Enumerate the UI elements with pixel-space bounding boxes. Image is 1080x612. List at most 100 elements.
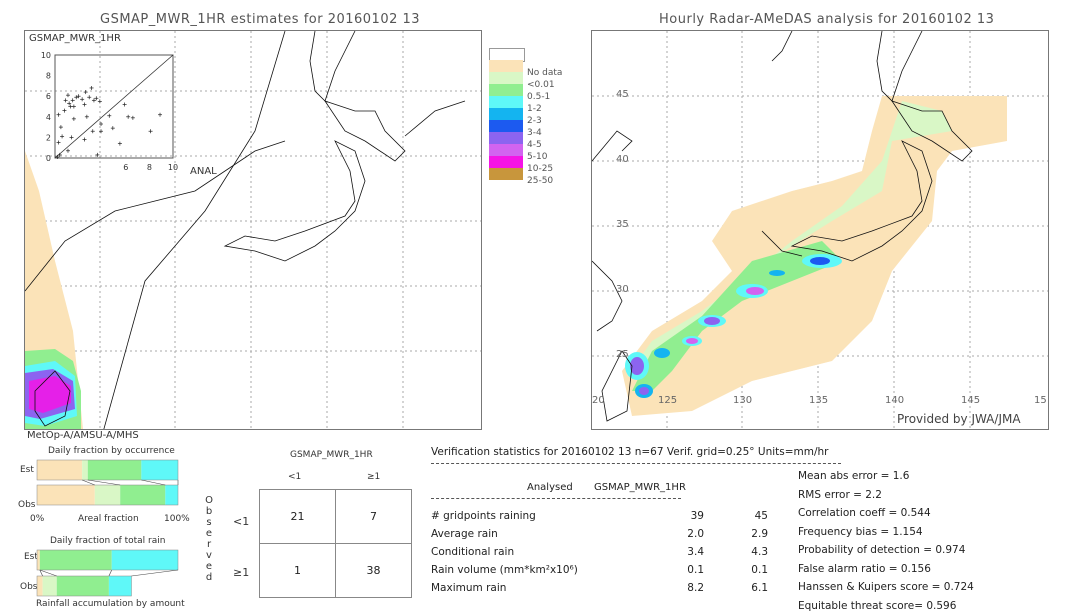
axis-0pct: 0%: [30, 514, 45, 524]
scatter-point: [65, 93, 70, 98]
scatter-point: [99, 122, 104, 127]
scatter-point: [70, 98, 75, 103]
lat-tick-35: 35: [616, 219, 629, 230]
legend-label: 2-3: [527, 116, 542, 126]
lat-tick-45: 45: [616, 89, 629, 100]
side-letter: r: [206, 539, 212, 550]
stat-est: 2.9: [751, 528, 768, 540]
inset-x-tick: 6: [123, 163, 128, 172]
est-bar-segment: [82, 460, 88, 480]
stat-label: Rain volume (mm*km²x10⁶): [431, 564, 578, 576]
side-letter: d: [205, 572, 213, 583]
est-bar-segment: [141, 460, 178, 480]
est-bar-segment: [111, 550, 178, 570]
stat-label: Average rain: [431, 528, 498, 540]
side-letter: b: [205, 506, 213, 517]
scatter-point: [58, 125, 63, 130]
legend-label: <0.01: [527, 80, 555, 90]
right-map-canvas: [592, 31, 1048, 429]
scatter-point: [62, 108, 67, 113]
stat-label: # gridpoints raining: [431, 510, 536, 522]
legend-label: 25-50: [527, 176, 554, 186]
stat-analysed: 2.0: [687, 528, 704, 540]
accum-title: Rainfall accumulation by amount: [36, 599, 185, 609]
stat-label: Conditional rain: [431, 546, 515, 558]
contingency-header: GSMAP_MWR_1HR: [290, 450, 373, 460]
scatter-point: [74, 95, 79, 100]
legend-label: 4-5: [527, 140, 542, 150]
inset-y-tick: 10: [41, 51, 51, 60]
score-line: Frequency bias = 1.154: [798, 525, 923, 538]
stat-analysed: 3.4: [687, 546, 704, 558]
obs-bar-segment: [37, 485, 95, 505]
inset-x-label: ANAL: [190, 166, 217, 177]
inset-y-tick: 4: [46, 113, 51, 122]
col-label-ge1: ≥1: [367, 472, 381, 482]
scatter-point: [90, 129, 95, 134]
inset-x-tick: 8: [147, 163, 152, 172]
obs-bar-segment: [94, 485, 121, 505]
obs-bar-segment: [108, 576, 132, 596]
connector-line: [141, 479, 166, 486]
left-map: GSMAP_MWR_1HR 0 2 4 6 6 8 8 10 10 ANAL: [24, 30, 482, 430]
data-credit: Provided by JWA/JMA: [897, 412, 1021, 426]
contingency-table: 21 7 1 38: [259, 489, 412, 598]
lat-tick-30: 30: [616, 284, 629, 295]
divider-1: [431, 463, 841, 464]
legend-swatch: [489, 168, 523, 181]
legend-label: 1-2: [527, 104, 542, 114]
side-letter: e: [205, 528, 213, 539]
axis-100pct: 100%: [164, 514, 190, 524]
inset-y-tick: 2: [46, 133, 51, 142]
connector-line: [131, 569, 179, 577]
scatter-point: [60, 134, 65, 139]
scatter-point: [94, 96, 99, 101]
est-bar-segment: [87, 460, 142, 480]
side-letter: s: [206, 517, 212, 528]
score-line: Correlation coeff = 0.544: [798, 507, 931, 519]
row-label-ge1: ≥1: [233, 566, 250, 579]
lon-tick-140: 140: [885, 395, 905, 406]
right-map: 45 40 35 30 25 20 125 130 135 140 145 15…: [591, 30, 1049, 430]
scatter-point: [126, 114, 131, 119]
scatter-point: [148, 129, 153, 134]
inset-x-tick: 10: [168, 163, 178, 172]
scatter-point: [89, 85, 94, 90]
col-analysed: Analysed: [527, 482, 573, 493]
score-line: RMS error = 2.2: [798, 488, 882, 501]
scatter-point: [91, 98, 96, 103]
scatter-point: [71, 104, 76, 109]
scatter-point: [83, 90, 88, 95]
est-bar-segment: [37, 460, 83, 480]
total-rain-chart: [36, 549, 179, 597]
scatter-point: [76, 94, 81, 99]
axis-areal-fraction: Areal fraction: [78, 514, 139, 524]
stat-analysed: 0.1: [687, 564, 704, 576]
scatter-point: [56, 140, 61, 145]
score-line: Equitable threat score= 0.596: [798, 599, 957, 612]
legend-label: No data: [527, 68, 563, 78]
scatter-point: [65, 148, 70, 153]
col-est: GSMAP_MWR_1HR: [594, 482, 686, 493]
scatter-point: [56, 112, 61, 117]
col-label-lt1: <1: [288, 472, 302, 482]
inset-scatter: 0 2 4 6 6 8 8 10 10: [41, 51, 178, 172]
scatter-point: [110, 126, 115, 131]
legend-label: 10-25: [527, 164, 554, 174]
scatter-point: [71, 116, 76, 121]
stat-analysed: 39: [690, 510, 704, 522]
cell-miss: 1: [259, 543, 336, 598]
side-letter: v: [206, 550, 212, 561]
obs-bar-segment: [42, 576, 57, 596]
verif-header: Verification statistics for 20160102 13 …: [431, 446, 829, 458]
color-legend: No data <0.01 0.5-1 1-2 2-3 3-4 4-5 5-10 10-25 25…: [489, 48, 569, 188]
stat-est: 0.1: [751, 564, 768, 576]
lon-tick-150: 15: [1034, 395, 1047, 406]
right-map-title: Hourly Radar-AMeDAS analysis for 2016010…: [659, 12, 995, 27]
row-label-lt1: <1: [233, 515, 250, 528]
stat-est: 4.3: [751, 546, 768, 558]
stat-label: Maximum rain: [431, 582, 507, 594]
stat-est: 6.1: [751, 582, 768, 594]
inset-y-tick: 0: [46, 154, 51, 163]
scatter-point: [80, 97, 85, 102]
